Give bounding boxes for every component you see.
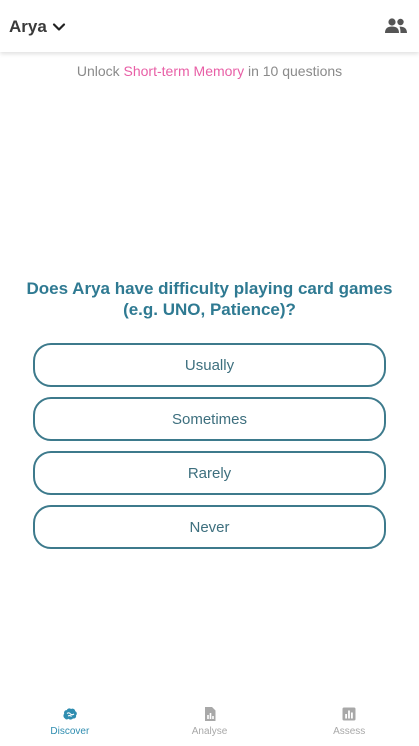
people-button[interactable]	[383, 14, 409, 38]
nav-tab-discover[interactable]: Discover	[0, 696, 140, 746]
nav-label-assess: Assess	[333, 726, 366, 737]
nav-label-analyse: Analyse	[191, 726, 228, 737]
brain-icon	[63, 708, 77, 720]
answer-sometimes-button[interactable]: Sometimes	[33, 397, 386, 441]
answer-never-button[interactable]: Never	[33, 505, 386, 549]
nav-tab-assess[interactable]: Assess	[279, 696, 419, 746]
chevron-down-icon	[52, 23, 65, 31]
unlock-message: Unlock Short-term Memory in 10 questions	[0, 63, 419, 79]
profile-selector[interactable]: Arya	[9, 14, 66, 40]
people-icon	[385, 18, 407, 33]
app-header: Arya	[0, 0, 419, 52]
question-line-1: Does Arya have difficulty playing card g…	[26, 279, 393, 298]
unlock-skill-name: Short-term Memory	[123, 63, 245, 79]
nav-label-discover: Discover	[50, 726, 90, 737]
question-line-2: (e.g. UNO, Patience)?	[123, 300, 296, 319]
question-text: Does Arya have difficulty playing card g…	[20, 278, 399, 320]
unlock-suffix: in 10 questions	[247, 63, 343, 79]
unlock-prefix: Unlock	[76, 63, 120, 79]
answer-rarely-button[interactable]: Rarely	[33, 451, 386, 495]
nav-tab-analyse[interactable]: Analyse	[140, 696, 280, 746]
profile-name: Arya	[9, 17, 47, 36]
bottom-nav: Discover Analyse Assess	[0, 696, 419, 746]
report-icon	[204, 707, 215, 721]
answer-usually-button[interactable]: Usually	[33, 343, 386, 387]
answer-options: Usually Sometimes Rarely Never	[33, 343, 386, 549]
bar-chart-icon	[342, 707, 356, 721]
